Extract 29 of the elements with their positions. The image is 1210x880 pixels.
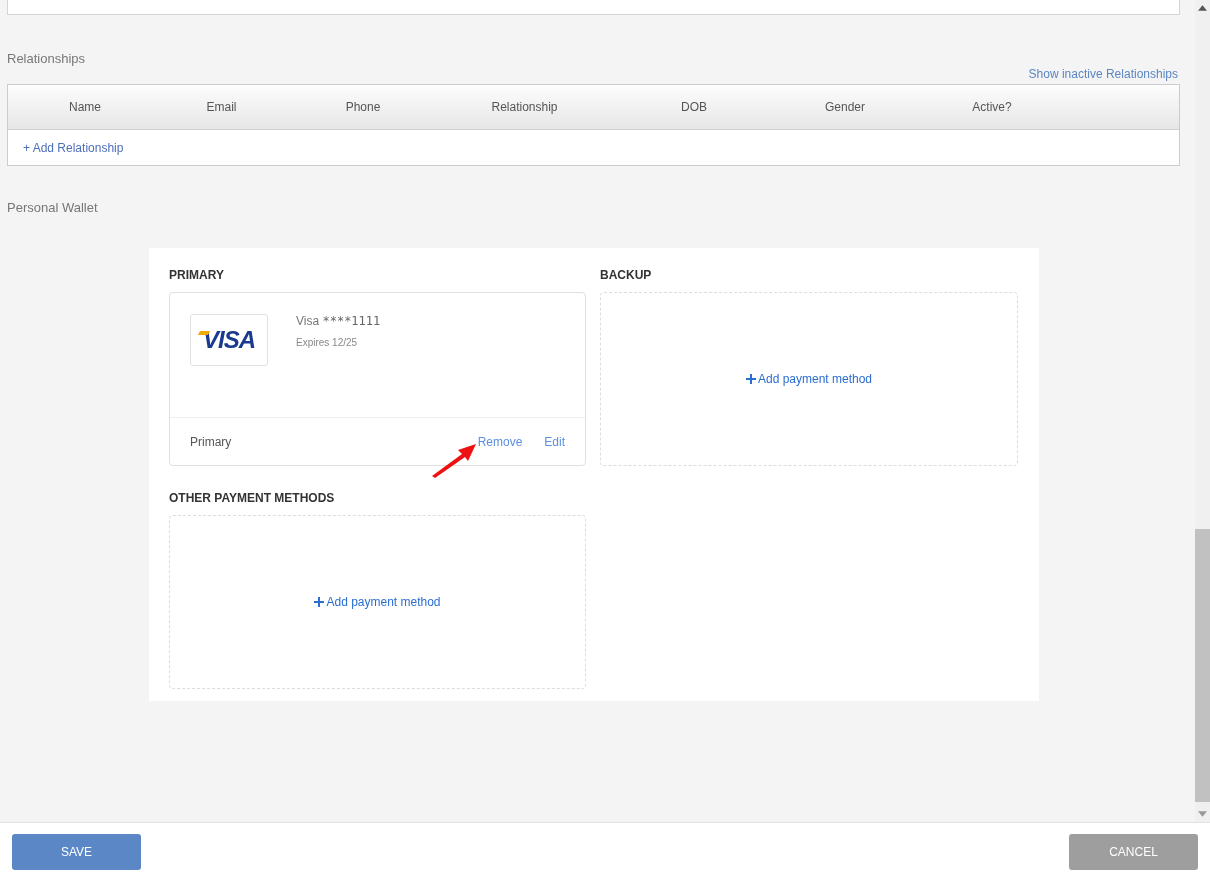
scrollbar-thumb[interactable] (1195, 529, 1210, 803)
scroll-down-icon[interactable] (1198, 811, 1207, 818)
scroll-up-icon[interactable] (1198, 5, 1207, 11)
plus-icon (314, 597, 325, 607)
cancel-button[interactable]: CANCEL (1069, 833, 1198, 870)
card-expiry: Expires 12/25 (296, 337, 359, 348)
add-payment-button[interactable]: Add payment method (314, 595, 441, 609)
scrollbar[interactable] (1195, 0, 1210, 823)
section-heading: BACKUP (600, 268, 653, 284)
card-status-label: Primary (190, 434, 232, 449)
save-button[interactable]: SAVE (12, 833, 141, 870)
section-heading: OTHER PAYMENT METHODS (169, 491, 336, 507)
card-number: Visa ****1111 (296, 314, 381, 328)
card-brand-logo: VISA (190, 314, 268, 366)
add-relationship-link[interactable]: + Add Relationship (23, 140, 124, 155)
column-header: Name (68, 100, 102, 114)
remove-link[interactable]: Remove (477, 434, 523, 449)
column-header: Active? (971, 100, 1013, 114)
column-header: DOB (680, 100, 708, 114)
add-payment-button[interactable]: Add payment method (745, 372, 873, 386)
column-header: Email (205, 100, 238, 114)
column-header: Gender (824, 100, 866, 114)
column-header: Relationship (490, 100, 559, 114)
section-title: Relationships (7, 51, 86, 68)
section-heading: PRIMARY (169, 268, 225, 284)
section-title: Personal Wallet (7, 200, 98, 215)
column-header: Phone (344, 100, 382, 114)
edit-link[interactable]: Edit (544, 434, 565, 449)
plus-icon (745, 374, 756, 384)
